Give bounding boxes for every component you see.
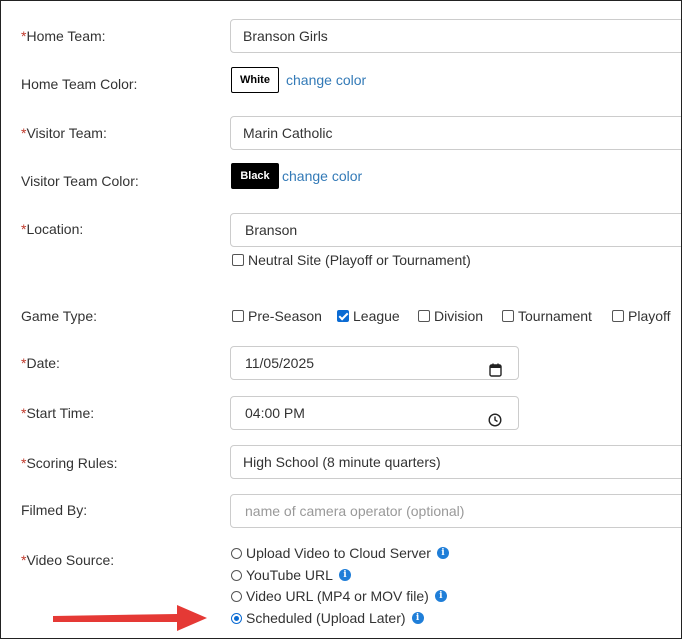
neutral-site-label: Neutral Site (Playoff or Tournament) (248, 252, 471, 269)
video-url-label: Video URL (MP4 or MOV file) (246, 588, 429, 605)
league-checkbox[interactable] (337, 310, 349, 323)
youtube-url-radio[interactable] (231, 569, 242, 581)
video-source-option-youtube[interactable]: YouTube URL i (231, 566, 351, 583)
home-team-label: *Home Team: (21, 28, 106, 44)
game-type-option-league[interactable]: League (337, 307, 400, 324)
info-icon[interactable]: i (436, 547, 449, 560)
date-value: 11/05/2025 (245, 355, 315, 371)
info-icon[interactable]: i (411, 612, 424, 625)
start-time-value: 04:00 PM (245, 405, 305, 421)
visitor-change-color-link[interactable]: change color (282, 168, 362, 184)
video-source-option-video-url[interactable]: Video URL (MP4 or MOV file) i (231, 587, 447, 604)
home-team-color-label: Home Team Color: (21, 76, 138, 92)
game-type-option-preseason[interactable]: Pre-Season (232, 307, 322, 324)
game-type-option-division[interactable]: Division (418, 307, 483, 324)
neutral-site-option[interactable]: Neutral Site (Playoff or Tournament) (232, 251, 471, 268)
scheduled-label: Scheduled (Upload Later) (246, 610, 406, 627)
playoff-checkbox[interactable] (612, 310, 624, 323)
tournament-label: Tournament (518, 308, 592, 325)
date-label: *Date: (21, 355, 60, 371)
visitor-team-color-swatch: Black (231, 163, 279, 189)
video-source-option-cloud[interactable]: Upload Video to Cloud Server i (231, 544, 449, 561)
home-team-input[interactable]: Branson Girls (230, 19, 681, 53)
start-time-input[interactable]: 04:00 PM (230, 396, 519, 430)
video-source-option-scheduled[interactable]: Scheduled (Upload Later) i (231, 609, 424, 626)
scoring-rules-label: *Scoring Rules: (21, 455, 118, 471)
scheduled-radio[interactable] (231, 612, 242, 624)
location-input[interactable]: Branson (230, 213, 681, 247)
game-type-option-playoff[interactable]: Playoff (612, 307, 671, 324)
video-source-label: *Video Source: (21, 552, 115, 568)
home-team-color-swatch: White (231, 67, 279, 93)
visitor-team-color-label: Visitor Team Color: (21, 173, 139, 189)
cloud-upload-radio[interactable] (231, 547, 242, 559)
preseason-checkbox[interactable] (232, 310, 244, 323)
visitor-team-label: *Visitor Team: (21, 125, 107, 141)
youtube-url-label: YouTube URL (246, 567, 333, 584)
home-change-color-link[interactable]: change color (286, 72, 366, 88)
video-url-radio[interactable] (231, 590, 242, 602)
visitor-team-input[interactable]: Marin Catholic (230, 116, 681, 150)
neutral-site-checkbox[interactable] (232, 254, 244, 267)
league-label: League (353, 308, 400, 325)
division-checkbox[interactable] (418, 310, 430, 323)
calendar-icon[interactable] (489, 356, 502, 388)
info-icon[interactable]: i (434, 590, 447, 603)
scoring-rules-select[interactable]: High School (8 minute quarters) (230, 445, 681, 479)
game-type-label: Game Type: (21, 308, 98, 324)
filmed-by-label: Filmed By: (21, 502, 88, 518)
location-label: *Location: (21, 221, 84, 237)
info-icon[interactable]: i (338, 569, 351, 582)
preseason-label: Pre-Season (248, 308, 322, 325)
filmed-by-input[interactable]: name of camera operator (optional) (230, 494, 681, 528)
game-type-option-tournament[interactable]: Tournament (502, 307, 592, 324)
start-time-label: *Start Time: (21, 405, 95, 421)
division-label: Division (434, 308, 484, 325)
date-input[interactable]: 11/05/2025 (230, 346, 519, 380)
playoff-label: Playoff (628, 308, 671, 325)
red-arrow-annotation (53, 605, 207, 631)
game-form: *Home Team: Branson Girls Home Team Colo… (0, 0, 682, 639)
cloud-upload-label: Upload Video to Cloud Server (246, 545, 431, 562)
tournament-checkbox[interactable] (502, 310, 514, 323)
clock-icon[interactable] (488, 406, 502, 438)
